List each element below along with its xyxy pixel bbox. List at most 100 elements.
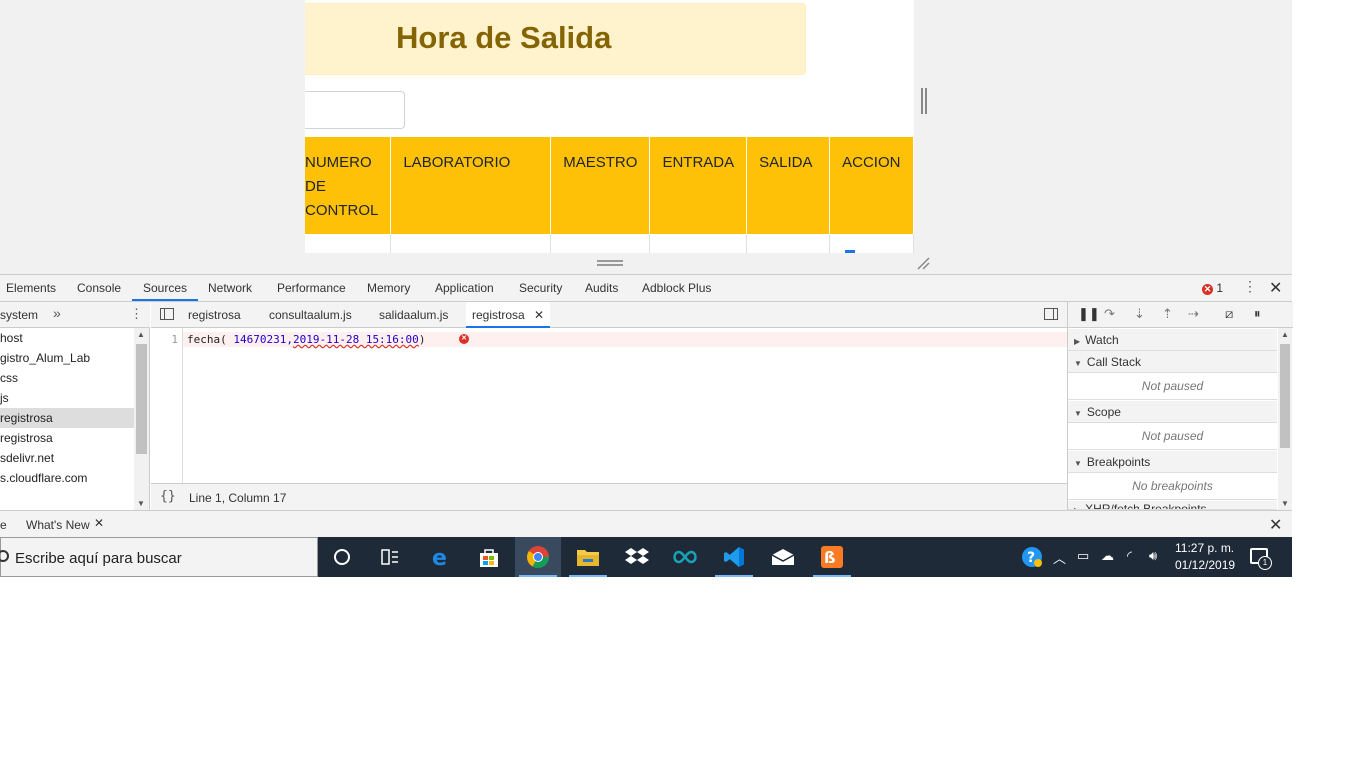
- error-counter[interactable]: ✕ 1: [1202, 281, 1223, 295]
- pause-icon[interactable]: ❚❚: [1078, 306, 1100, 322]
- help-icon[interactable]: ?: [1021, 546, 1043, 568]
- navigator-item[interactable]: css: [0, 368, 134, 388]
- navigator-item[interactable]: host: [0, 328, 134, 348]
- scroll-down-icon[interactable]: ▼: [1281, 499, 1289, 508]
- section-title: Breakpoints: [1086, 455, 1151, 469]
- toggle-debugger-icon[interactable]: [1044, 308, 1058, 320]
- tab-performance[interactable]: Performance: [277, 275, 346, 301]
- running-indicator: [569, 575, 607, 577]
- dropbox-icon[interactable]: [614, 537, 660, 577]
- scrollbar-thumb[interactable]: [136, 344, 147, 454]
- navigator-tab-filesystem[interactable]: system: [0, 308, 38, 322]
- close-devtools-icon[interactable]: ✕: [1269, 278, 1282, 298]
- editor-tab[interactable]: consultaalum.js: [269, 302, 352, 328]
- section-xhr-breakpoints[interactable]: ▶XHR/fetch Breakpoints: [1068, 501, 1277, 510]
- windows-taskbar: Escribe aquí para buscar e ß ? ︿ ▭ ☁ ◜ 🔊…: [0, 537, 1292, 577]
- row-action-icon[interactable]: [845, 250, 855, 253]
- viewport-resize-corner-icon[interactable]: [916, 256, 930, 270]
- kebab-menu-icon[interactable]: ⋮: [1243, 278, 1257, 295]
- pause-on-exceptions-icon[interactable]: ⏸: [1254, 306, 1261, 322]
- debugger-scrollbar[interactable]: ▲ ▼: [1278, 328, 1292, 510]
- chevron-up-icon[interactable]: ︿: [1053, 548, 1066, 567]
- onedrive-icon[interactable]: ☁: [1101, 548, 1114, 564]
- wifi-icon[interactable]: ◜: [1127, 548, 1132, 564]
- scrollbar-thumb[interactable]: [1280, 344, 1290, 448]
- navigator-scrollbar[interactable]: ▲ ▼: [134, 328, 149, 510]
- xampp-icon[interactable]: ß: [809, 537, 855, 577]
- table-row: [305, 234, 914, 253]
- mail-icon[interactable]: [760, 537, 806, 577]
- chrome-icon[interactable]: [515, 537, 561, 577]
- section-scope[interactable]: ▼ Scope: [1068, 401, 1277, 423]
- viewport-width-handle[interactable]: [921, 88, 927, 114]
- line-number: 1: [171, 333, 178, 346]
- section-title: Call Stack: [1086, 355, 1141, 369]
- tab-sources[interactable]: Sources: [132, 275, 199, 301]
- editor-tab-label: registrosa: [472, 308, 525, 322]
- screen: Hora de Salida NUMERO DE CONTROL LABORAT…: [0, 0, 1366, 768]
- error-icon: ✕: [1202, 284, 1213, 295]
- table-header-numero: NUMERO DE CONTROL: [305, 137, 392, 234]
- table-cell: [746, 234, 831, 253]
- file-explorer-icon[interactable]: [565, 537, 611, 577]
- code-token-sep: ,: [286, 333, 293, 346]
- step-into-icon[interactable]: ⇣: [1134, 306, 1145, 322]
- page-content: Hora de Salida NUMERO DE CONTROL LABORAT…: [305, 0, 914, 253]
- battery-icon[interactable]: ▭: [1077, 548, 1089, 564]
- taskbar-search[interactable]: Escribe aquí para buscar: [0, 537, 318, 577]
- close-drawer-icon[interactable]: ✕: [1269, 515, 1282, 535]
- code-area[interactable]: 1 fecha( 14670231,2019-11-28 15:16:00) ✕: [151, 328, 1067, 483]
- navigator-item[interactable]: registrosa: [0, 428, 134, 448]
- vscode-icon[interactable]: [711, 537, 757, 577]
- close-tab-icon[interactable]: ✕: [534, 308, 544, 322]
- syntax-error-icon[interactable]: ✕: [459, 334, 469, 344]
- section-title: XHR/fetch Breakpoints: [1085, 502, 1207, 510]
- collapse-triangle-icon: ▼: [1074, 459, 1082, 468]
- volume-icon[interactable]: 🔊︎: [1149, 548, 1157, 564]
- navigator-menu-icon[interactable]: ⋮: [130, 306, 143, 322]
- edge-icon[interactable]: e: [418, 537, 464, 577]
- drawer-tab-whats-new[interactable]: What's New: [26, 518, 90, 532]
- code-line-error[interactable]: fecha( 14670231,2019-11-28 15:16:00) ✕: [183, 332, 1067, 347]
- step-icon[interactable]: ⇢: [1188, 306, 1199, 322]
- navigator-item[interactable]: gistro_Alum_Lab: [0, 348, 134, 368]
- navigator-item[interactable]: sdelivr.net: [0, 448, 134, 468]
- tab-audits[interactable]: Audits: [585, 275, 618, 301]
- chevron-double-right-icon[interactable]: »: [53, 305, 61, 321]
- section-breakpoints[interactable]: ▼ Breakpoints: [1068, 451, 1277, 473]
- tab-security[interactable]: Security: [519, 275, 562, 301]
- scope-empty: Not paused: [1068, 423, 1277, 450]
- toggle-navigator-icon[interactable]: [160, 308, 174, 320]
- step-over-icon[interactable]: ↷: [1104, 306, 1115, 322]
- scroll-down-icon[interactable]: ▼: [137, 499, 145, 508]
- navigator-item[interactable]: js: [0, 388, 134, 408]
- clock-time[interactable]: 11:27 p. m.: [1175, 541, 1234, 555]
- tab-console[interactable]: Console: [77, 275, 121, 301]
- step-out-icon[interactable]: ⇡: [1162, 306, 1173, 322]
- viewport-height-handle[interactable]: [597, 260, 623, 266]
- drawer-tab-previous[interactable]: e: [0, 518, 7, 532]
- tab-elements[interactable]: Elements: [6, 275, 56, 301]
- store-icon[interactable]: [466, 537, 512, 577]
- tab-memory[interactable]: Memory: [367, 275, 410, 301]
- deactivate-breakpoints-icon[interactable]: ⧄: [1225, 306, 1233, 322]
- arduino-icon[interactable]: [662, 537, 708, 577]
- section-watch[interactable]: ▶ Watch: [1068, 329, 1277, 351]
- scroll-up-icon[interactable]: ▲: [1281, 330, 1289, 339]
- editor-tab[interactable]: registrosa: [188, 302, 241, 328]
- control-number-input[interactable]: [305, 91, 405, 129]
- tab-application[interactable]: Application: [435, 275, 494, 301]
- editor-tab-active[interactable]: registrosa ✕: [466, 302, 551, 328]
- close-tab-icon[interactable]: ✕: [94, 516, 104, 530]
- section-call-stack[interactable]: ▼ Call Stack: [1068, 351, 1277, 373]
- task-view-icon[interactable]: [367, 537, 413, 577]
- tab-adblock-plus[interactable]: Adblock Plus: [642, 275, 711, 301]
- pretty-print-button[interactable]: {}: [160, 489, 176, 504]
- cortana-icon[interactable]: [319, 537, 365, 577]
- tab-network[interactable]: Network: [208, 275, 252, 301]
- navigator-item[interactable]: s.cloudflare.com: [0, 468, 134, 488]
- scroll-up-icon[interactable]: ▲: [137, 330, 145, 339]
- clock-date[interactable]: 01/12/2019: [1175, 558, 1235, 572]
- navigator-item-selected[interactable]: registrosa: [0, 408, 134, 428]
- editor-tab[interactable]: salidaalum.js: [379, 302, 448, 328]
